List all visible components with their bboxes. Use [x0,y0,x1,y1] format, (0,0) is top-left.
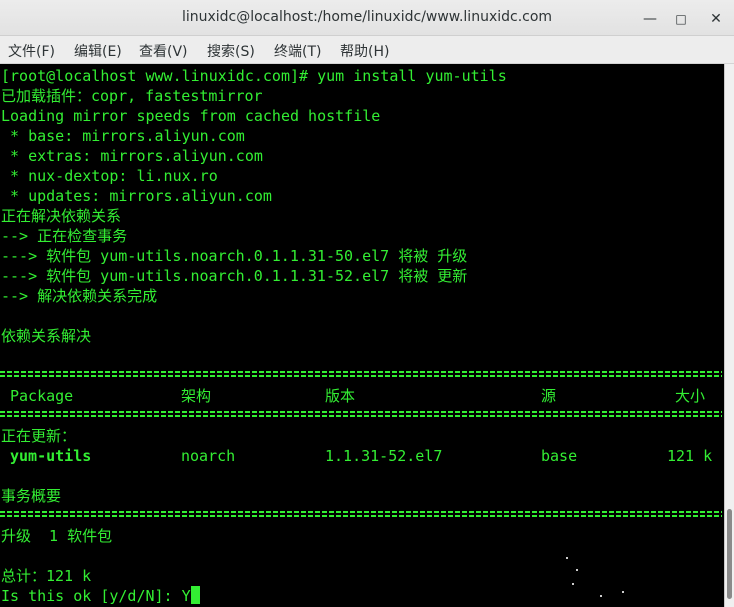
text-cursor [190,586,200,604]
header-package: Package [10,387,74,405]
header-size: 大小 [675,387,706,405]
terminal-line: * nux-dextop: li.nux.ro [1,167,218,185]
total-line: 总计：121 k [1,567,92,585]
row-package: yum-utils [10,447,92,465]
terminal-line: 已加载插件：copr, fastestmirror [1,87,263,105]
row-repo: base [541,447,578,465]
terminal-line: 正在解决依赖关系 [1,207,122,225]
render-artifact [572,583,574,585]
minimize-icon[interactable]: — [640,9,660,29]
title-bar[interactable]: linuxidc@localhost:/home/linuxidc/www.li… [0,0,734,36]
terminal-line: 依赖关系解决 [1,327,92,345]
section-label: 正在更新： [1,427,77,445]
terminal-line: * updates: mirrors.aliyun.com [1,187,272,205]
summary-title: 事务概要 [1,487,62,505]
render-artifact [576,569,578,571]
terminal-line: [root@localhost www.linuxidc.com]# yum i… [1,67,507,85]
prompt-line: Is this ok [y/d/N]: Y [1,586,200,606]
terminal-line: ---> 软件包 yum-utils.noarch.0.1.1.31-52.el… [1,267,468,285]
header-arch: 架构 [181,387,212,405]
window-title: linuxidc@localhost:/home/linuxidc/www.li… [181,9,553,25]
menu-terminal[interactable]: 终端(T) [274,41,321,61]
table-separator [0,511,722,517]
row-version: 1.1.31-52.el7 [325,447,443,465]
menu-bar: 文件(F) 编辑(E) 查看(V) 搜索(S) 终端(T) 帮助(H) [0,36,734,64]
row-arch: noarch [181,447,236,465]
terminal-window: linuxidc@localhost:/home/linuxidc/www.li… [0,0,734,607]
menu-view[interactable]: 查看(V) [139,41,188,61]
terminal-output[interactable]: [root@localhost www.linuxidc.com]# yum i… [0,64,724,607]
menu-file[interactable]: 文件(F) [8,41,55,61]
prompt-text: Is this ok [y/d/N]: Y [1,587,191,605]
terminal-line: --> 解决依赖关系完成 [1,287,158,305]
row-size: 121 k [667,447,713,465]
render-artifact [622,591,624,593]
header-repo: 源 [541,387,557,405]
table-separator [0,371,722,377]
render-artifact [600,595,602,597]
menu-help[interactable]: 帮助(H) [340,41,389,61]
terminal-line: ---> 软件包 yum-utils.noarch.0.1.1.31-50.el… [1,247,468,265]
terminal-line: * extras: mirrors.aliyun.com [1,147,263,165]
table-separator [0,411,722,417]
terminal-line: --> 正在检查事务 [1,227,128,245]
scrollbar-thumb[interactable] [727,509,732,599]
menu-edit[interactable]: 编辑(E) [74,41,122,61]
vertical-scrollbar[interactable] [724,64,734,607]
menu-search[interactable]: 搜索(S) [207,41,255,61]
terminal-line: * base: mirrors.aliyun.com [1,127,245,145]
maximize-icon[interactable]: □ [671,9,691,29]
header-version: 版本 [325,387,356,405]
terminal-line: Loading mirror speeds from cached hostfi… [1,107,381,125]
render-artifact [566,557,568,559]
upgrade-line: 升级 1 软件包 [1,527,113,545]
close-icon[interactable]: ✕ [706,9,726,29]
